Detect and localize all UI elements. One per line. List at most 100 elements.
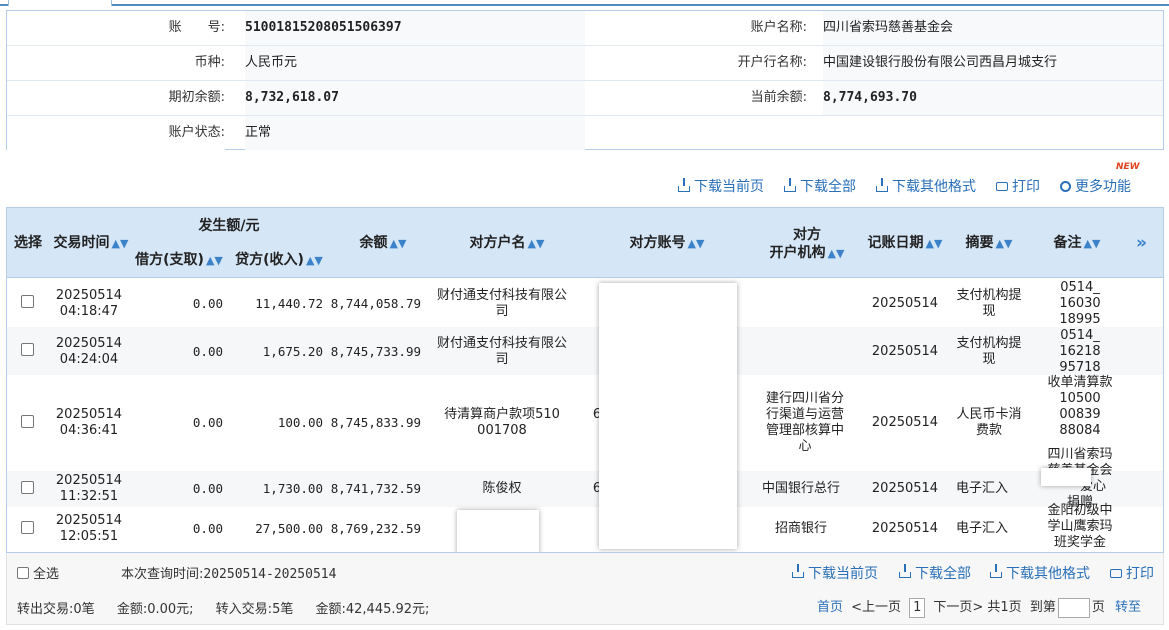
table-row: 20250514 04:18:47 0.00 11,440.72 8,744,05… — [7, 279, 1163, 327]
goto-label: 到第 — [1029, 600, 1056, 615]
bank-name-value: 中国建设银行股份有限公司西昌月城支行 — [823, 46, 1163, 80]
header-debit[interactable]: 借方(支取) ▲▼ — [131, 251, 227, 270]
header-summary[interactable]: 摘要 ▲▼ — [957, 234, 1021, 253]
sort-icon: ▲▼ — [305, 254, 323, 267]
header-counterparty-name[interactable]: 对方户名 ▲▼ — [447, 234, 567, 253]
row-checkbox[interactable] — [21, 415, 34, 428]
counterparty-name: 财付通支付科技有限公司 — [436, 288, 567, 319]
pagination: 首页 <上一页 1 下一页> 共1页 到第 页 转至 — [817, 596, 1141, 618]
counterparty-bank: 建行四川省分 行渠道与运营 管理部核算中心 — [765, 391, 844, 454]
redaction-mask — [457, 510, 539, 552]
remark: 金阳初级中 学山鹰索玛 班奖学金 — [1047, 503, 1113, 550]
download-icon — [678, 178, 690, 192]
summary: 支付机构提现 — [956, 288, 1022, 319]
tab-strip — [0, 0, 1169, 6]
tab-active[interactable] — [8, 0, 112, 6]
info-row-account: 账 号: 51001815208051506397 账户名称: 四川省索玛慈善基… — [7, 11, 1163, 46]
header-amount-group: 发生额/元 — [198, 218, 260, 234]
footer-download-page-button[interactable]: 下载当前页 — [792, 563, 878, 583]
account-name-value: 四川省索玛慈善基金会 — [823, 11, 1163, 45]
download-other-format-button[interactable]: 下载其他格式 — [876, 176, 976, 196]
info-row-balance: 期初余额: 8,732,618.07 当前余额: 8,774,693.70 — [7, 81, 1163, 116]
download-icon — [876, 178, 888, 192]
more-functions-button[interactable]: 更多功能 — [1060, 176, 1131, 196]
print-icon — [1110, 569, 1122, 578]
summary: 电子汇入 — [955, 481, 1008, 496]
remark: 收单清算款 10500 00839 88084 — [1047, 375, 1113, 438]
header-counterparty-bank[interactable]: 对方 开户机构 ▲▼ — [759, 226, 855, 263]
goto-page-input[interactable] — [1057, 597, 1090, 618]
credit-amount: 27,500.00 — [255, 521, 323, 536]
download-icon — [990, 564, 1002, 578]
print-button[interactable]: 打印 — [996, 176, 1040, 196]
select-all-checkbox[interactable]: 全选 — [17, 563, 59, 582]
download-icon — [784, 178, 796, 192]
book-date: 20250514 — [871, 521, 939, 536]
header-remark[interactable]: 备注 ▲▼ — [1045, 234, 1109, 253]
download-icon — [899, 564, 911, 578]
debit-amount: 0.00 — [192, 344, 223, 359]
sort-icon: ▲▼ — [687, 237, 705, 250]
currency-label: 币种: — [7, 46, 225, 80]
credit-amount: 100.00 — [277, 415, 323, 430]
query-time: 本次查询时间:20250514-20250514 — [121, 567, 337, 582]
sort-icon: ▲▼ — [925, 237, 943, 250]
debit-amount: 0.00 — [192, 415, 223, 430]
download-page-button[interactable]: 下载当前页 — [678, 176, 764, 196]
remark: 0514_ 16030 18995 — [1059, 280, 1101, 327]
credit-amount: 11,440.72 — [255, 296, 323, 311]
table-header: 选择 交易时间 ▲▼ 发生额/元 借方(支取) ▲▼ 贷方(收入) ▲▼ 余额 ▲▼ 对… — [7, 208, 1163, 278]
goto-button[interactable]: 转至 — [1115, 600, 1141, 615]
footer-print-button[interactable]: 打印 — [1110, 563, 1154, 583]
footer-download-other-format-button[interactable]: 下载其他格式 — [990, 563, 1090, 583]
sort-icon: ▲▼ — [205, 254, 223, 267]
transaction-time: 20250514 04:18:47 — [55, 288, 123, 319]
book-date: 20250514 — [871, 296, 939, 311]
debit-amount: 0.00 — [192, 521, 223, 536]
counterparty-name: 陈俊权 — [482, 481, 522, 496]
next-page-link[interactable]: 下一页> — [933, 600, 983, 615]
counterparty-bank: 招商银行 — [774, 521, 827, 536]
opening-balance-value: 8,732,618.07 — [245, 81, 585, 115]
row-checkbox[interactable] — [21, 521, 34, 534]
account-no-label: 账 号: — [7, 11, 225, 45]
currency-value: 人民币元 — [245, 46, 585, 80]
account-name-label: 账户名称: — [585, 11, 807, 45]
transaction-summary: 转出交易:0笔 金额:0.00元; 转入交易:5笔 金额:42,445.92元; — [17, 602, 430, 617]
header-time[interactable]: 交易时间 ▲▼ — [51, 234, 131, 253]
table-row: 20250514 04:36:41 0.00 100.00 8,745,833.9… — [7, 375, 1163, 471]
remark: 0514_ 16218 95718 — [1059, 328, 1101, 375]
sort-icon: ▲▼ — [827, 247, 845, 260]
sort-icon: ▲▼ — [527, 237, 545, 250]
prev-page-link[interactable]: <上一页 — [851, 600, 901, 615]
sort-icon: ▲▼ — [111, 237, 129, 250]
header-counterparty-account[interactable]: 对方账号 ▲▼ — [607, 234, 727, 253]
summary: 电子汇入 — [955, 521, 1008, 536]
footer-download-all-button[interactable]: 下载全部 — [899, 563, 971, 583]
print-icon — [996, 181, 1008, 191]
account-info-panel: 账 号: 51001815208051506397 账户名称: 四川省索玛慈善基… — [6, 10, 1164, 150]
row-checkbox[interactable] — [21, 295, 34, 308]
first-page-link[interactable]: 首页 — [817, 600, 843, 615]
account-status-value: 正常 — [245, 116, 585, 150]
info-row-status: 账户状态: 正常 — [7, 116, 1163, 151]
table-row: 20250514 04:24:04 0.00 1,675.20 8,745,733… — [7, 327, 1163, 375]
sort-icon: ▲▼ — [1083, 237, 1101, 250]
bank-name-label: 开户行名称: — [585, 46, 807, 80]
balance-amount: 8,741,732.59 — [330, 481, 421, 496]
current-balance-value: 8,774,693.70 — [823, 81, 1163, 115]
table-footer: 全选 本次查询时间:20250514-20250514 下载当前页 下载全部 下… — [6, 553, 1164, 625]
balance-amount: 8,745,833.99 — [330, 415, 421, 430]
row-checkbox[interactable] — [21, 481, 34, 494]
transaction-time: 20250514 11:32:51 — [55, 473, 123, 504]
header-balance[interactable]: 余额 ▲▼ — [343, 234, 423, 253]
counterparty-name: 财付通支付科技有限公司 — [436, 336, 567, 367]
more-columns-icon[interactable]: » — [1136, 233, 1147, 253]
header-book-date[interactable]: 记账日期 ▲▼ — [865, 234, 945, 253]
counterparty-name: 待清算商户款项510 001708 — [444, 407, 560, 438]
book-date: 20250514 — [871, 481, 939, 496]
header-credit[interactable]: 贷方(收入) ▲▼ — [231, 251, 327, 270]
current-balance-label: 当前余额: — [585, 81, 807, 115]
row-checkbox[interactable] — [21, 343, 34, 356]
download-all-button[interactable]: 下载全部 — [784, 176, 856, 196]
